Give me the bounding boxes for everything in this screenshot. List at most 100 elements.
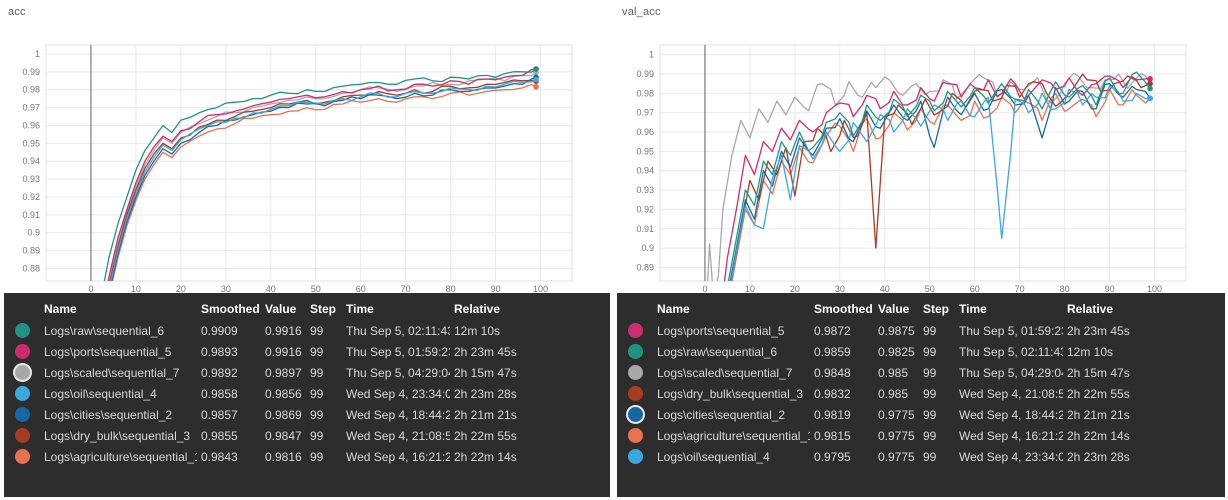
run-name: Logs\oil\sequential_4 bbox=[40, 383, 197, 404]
x-tick-label: 60 bbox=[970, 284, 980, 293]
raw-value: 0.9897 bbox=[261, 362, 306, 383]
time-value: Wed Sep 4, 23:34:00 bbox=[342, 383, 450, 404]
time-value: Wed Sep 4, 21:08:54 bbox=[955, 383, 1063, 404]
swatch-cell bbox=[617, 404, 653, 425]
swatch-cell bbox=[617, 341, 653, 362]
y-tick-label: 0.96 bbox=[22, 120, 40, 130]
run-row: Logs\raw\sequential_60.98590.982599Thu S… bbox=[617, 341, 1225, 362]
x-tick-label: 0 bbox=[88, 284, 93, 293]
run-color-icon bbox=[15, 365, 30, 380]
run-color-icon bbox=[628, 323, 643, 338]
y-tick-label: 0.95 bbox=[636, 146, 654, 156]
x-tick-label: 20 bbox=[790, 284, 800, 293]
x-tick-label: 50 bbox=[311, 284, 321, 293]
column-header-time: Time bbox=[955, 295, 1063, 320]
relative-time: 2h 22m 14s bbox=[450, 446, 610, 467]
x-tick-label: 10 bbox=[745, 284, 755, 293]
step-value: 99 bbox=[306, 341, 342, 362]
run-name: Logs\ports\sequential_5 bbox=[653, 320, 810, 341]
swatch-cell bbox=[4, 425, 40, 446]
y-tick-label: 0.94 bbox=[636, 166, 654, 176]
relative-time: 2h 15m 47s bbox=[450, 362, 610, 383]
y-tick-label: 0.93 bbox=[636, 185, 654, 195]
time-value: Wed Sep 4, 16:21:24 bbox=[955, 425, 1063, 446]
relative-time: 2h 23m 45s bbox=[1063, 320, 1225, 341]
step-value: 99 bbox=[306, 320, 342, 341]
relative-time: 2h 21m 21s bbox=[1063, 404, 1225, 425]
raw-value: 0.9825 bbox=[874, 341, 919, 362]
run-name: Logs\agriculture\sequential_1 bbox=[653, 425, 810, 446]
run-row: Logs\raw\sequential_60.99090.991699Thu S… bbox=[4, 320, 610, 341]
smoothed-value: 0.9857 bbox=[197, 404, 261, 425]
run-color-icon bbox=[15, 386, 30, 401]
raw-value: 0.9875 bbox=[874, 320, 919, 341]
time-value: Thu Sep 5, 02:11:43 bbox=[342, 320, 450, 341]
run-row: Logs\oil\sequential_40.98580.985699Wed S… bbox=[4, 383, 610, 404]
val-acc-line-chart[interactable]: 10.990.980.970.960.950.940.930.920.910.9… bbox=[614, 0, 1228, 293]
series-end-dot bbox=[533, 84, 539, 90]
swatch-cell bbox=[617, 425, 653, 446]
x-tick-label: 30 bbox=[221, 284, 231, 293]
step-value: 99 bbox=[919, 404, 955, 425]
run-row: Logs\ports\sequential_50.98720.987599Thu… bbox=[617, 320, 1225, 341]
time-value: Wed Sep 4, 21:08:54 bbox=[342, 425, 450, 446]
step-value: 99 bbox=[919, 446, 955, 467]
time-value: Wed Sep 4, 18:44:21 bbox=[955, 404, 1063, 425]
raw-value: 0.985 bbox=[874, 362, 919, 383]
swatch-cell bbox=[4, 404, 40, 425]
y-tick-label: 0.94 bbox=[22, 156, 40, 166]
smoothed-value: 0.9795 bbox=[810, 446, 874, 467]
smoothed-value: 0.9892 bbox=[197, 362, 261, 383]
x-tick-label: 70 bbox=[1015, 284, 1025, 293]
step-value: 99 bbox=[919, 383, 955, 404]
swatch-cell bbox=[4, 446, 40, 467]
x-tick-label: 60 bbox=[356, 284, 366, 293]
swatch-column-header bbox=[4, 295, 40, 320]
smoothed-value: 0.9858 bbox=[197, 383, 261, 404]
x-tick-label: 100 bbox=[1147, 284, 1162, 293]
raw-value: 0.9916 bbox=[261, 341, 306, 362]
series-end-dot bbox=[1147, 86, 1153, 92]
time-value: Thu Sep 5, 01:59:23 bbox=[955, 320, 1063, 341]
y-tick-label: 0.89 bbox=[636, 262, 654, 272]
smoothed-value: 0.9848 bbox=[810, 362, 874, 383]
swatch-cell bbox=[617, 362, 653, 383]
y-tick-label: 0.91 bbox=[22, 210, 40, 220]
column-header-time: Time bbox=[342, 295, 450, 320]
step-value: 99 bbox=[306, 383, 342, 404]
raw-value: 0.9856 bbox=[261, 383, 306, 404]
y-tick-label: 0.98 bbox=[22, 85, 40, 95]
swatch-cell bbox=[4, 383, 40, 404]
run-row: Logs\cities\sequential_20.98570.986999We… bbox=[4, 404, 610, 425]
y-tick-label: 1 bbox=[649, 50, 654, 60]
column-header-value: Value bbox=[261, 295, 306, 320]
x-tick-label: 80 bbox=[1060, 284, 1070, 293]
x-tick-label: 0 bbox=[702, 284, 707, 293]
run-color-icon bbox=[15, 344, 30, 359]
run-name: Logs\ports\sequential_5 bbox=[40, 341, 197, 362]
run-tooltip-table: NameSmoothedValueStepTimeRelativeLogs\ra… bbox=[4, 295, 610, 467]
step-value: 99 bbox=[919, 320, 955, 341]
smoothed-value: 0.9843 bbox=[197, 446, 261, 467]
acc-chart-area: acc 10.990.980.970.960.950.940.930.920.9… bbox=[0, 0, 614, 293]
raw-value: 0.9775 bbox=[874, 404, 919, 425]
time-value: Thu Sep 5, 01:59:23 bbox=[342, 341, 450, 362]
y-tick-label: 0.96 bbox=[636, 127, 654, 137]
x-tick-label: 100 bbox=[533, 284, 548, 293]
swatch-cell bbox=[617, 383, 653, 404]
run-row: Logs\dry_bulk\sequential_30.98550.984799… bbox=[4, 425, 610, 446]
acc-line-chart[interactable]: 10.990.980.970.960.950.940.930.920.910.9… bbox=[0, 0, 614, 293]
smoothed-value: 0.9855 bbox=[197, 425, 261, 446]
run-row: Logs\dry_bulk\sequential_30.98320.98599W… bbox=[617, 383, 1225, 404]
chart-title-val-acc: val_acc bbox=[622, 6, 661, 18]
smoothed-value: 0.9893 bbox=[197, 341, 261, 362]
column-header-smoothed: Smoothed bbox=[197, 295, 261, 320]
run-row: Logs\agriculture\sequential_10.98150.977… bbox=[617, 425, 1225, 446]
run-name: Logs\scaled\sequential_7 bbox=[40, 362, 197, 383]
run-row: Logs\agriculture\sequential_10.98430.981… bbox=[4, 446, 610, 467]
x-tick-label: 90 bbox=[1105, 284, 1115, 293]
time-value: Wed Sep 4, 23:34:00 bbox=[955, 446, 1063, 467]
run-color-icon bbox=[628, 365, 643, 380]
step-value: 99 bbox=[306, 425, 342, 446]
time-value: Wed Sep 4, 16:21:24 bbox=[342, 446, 450, 467]
